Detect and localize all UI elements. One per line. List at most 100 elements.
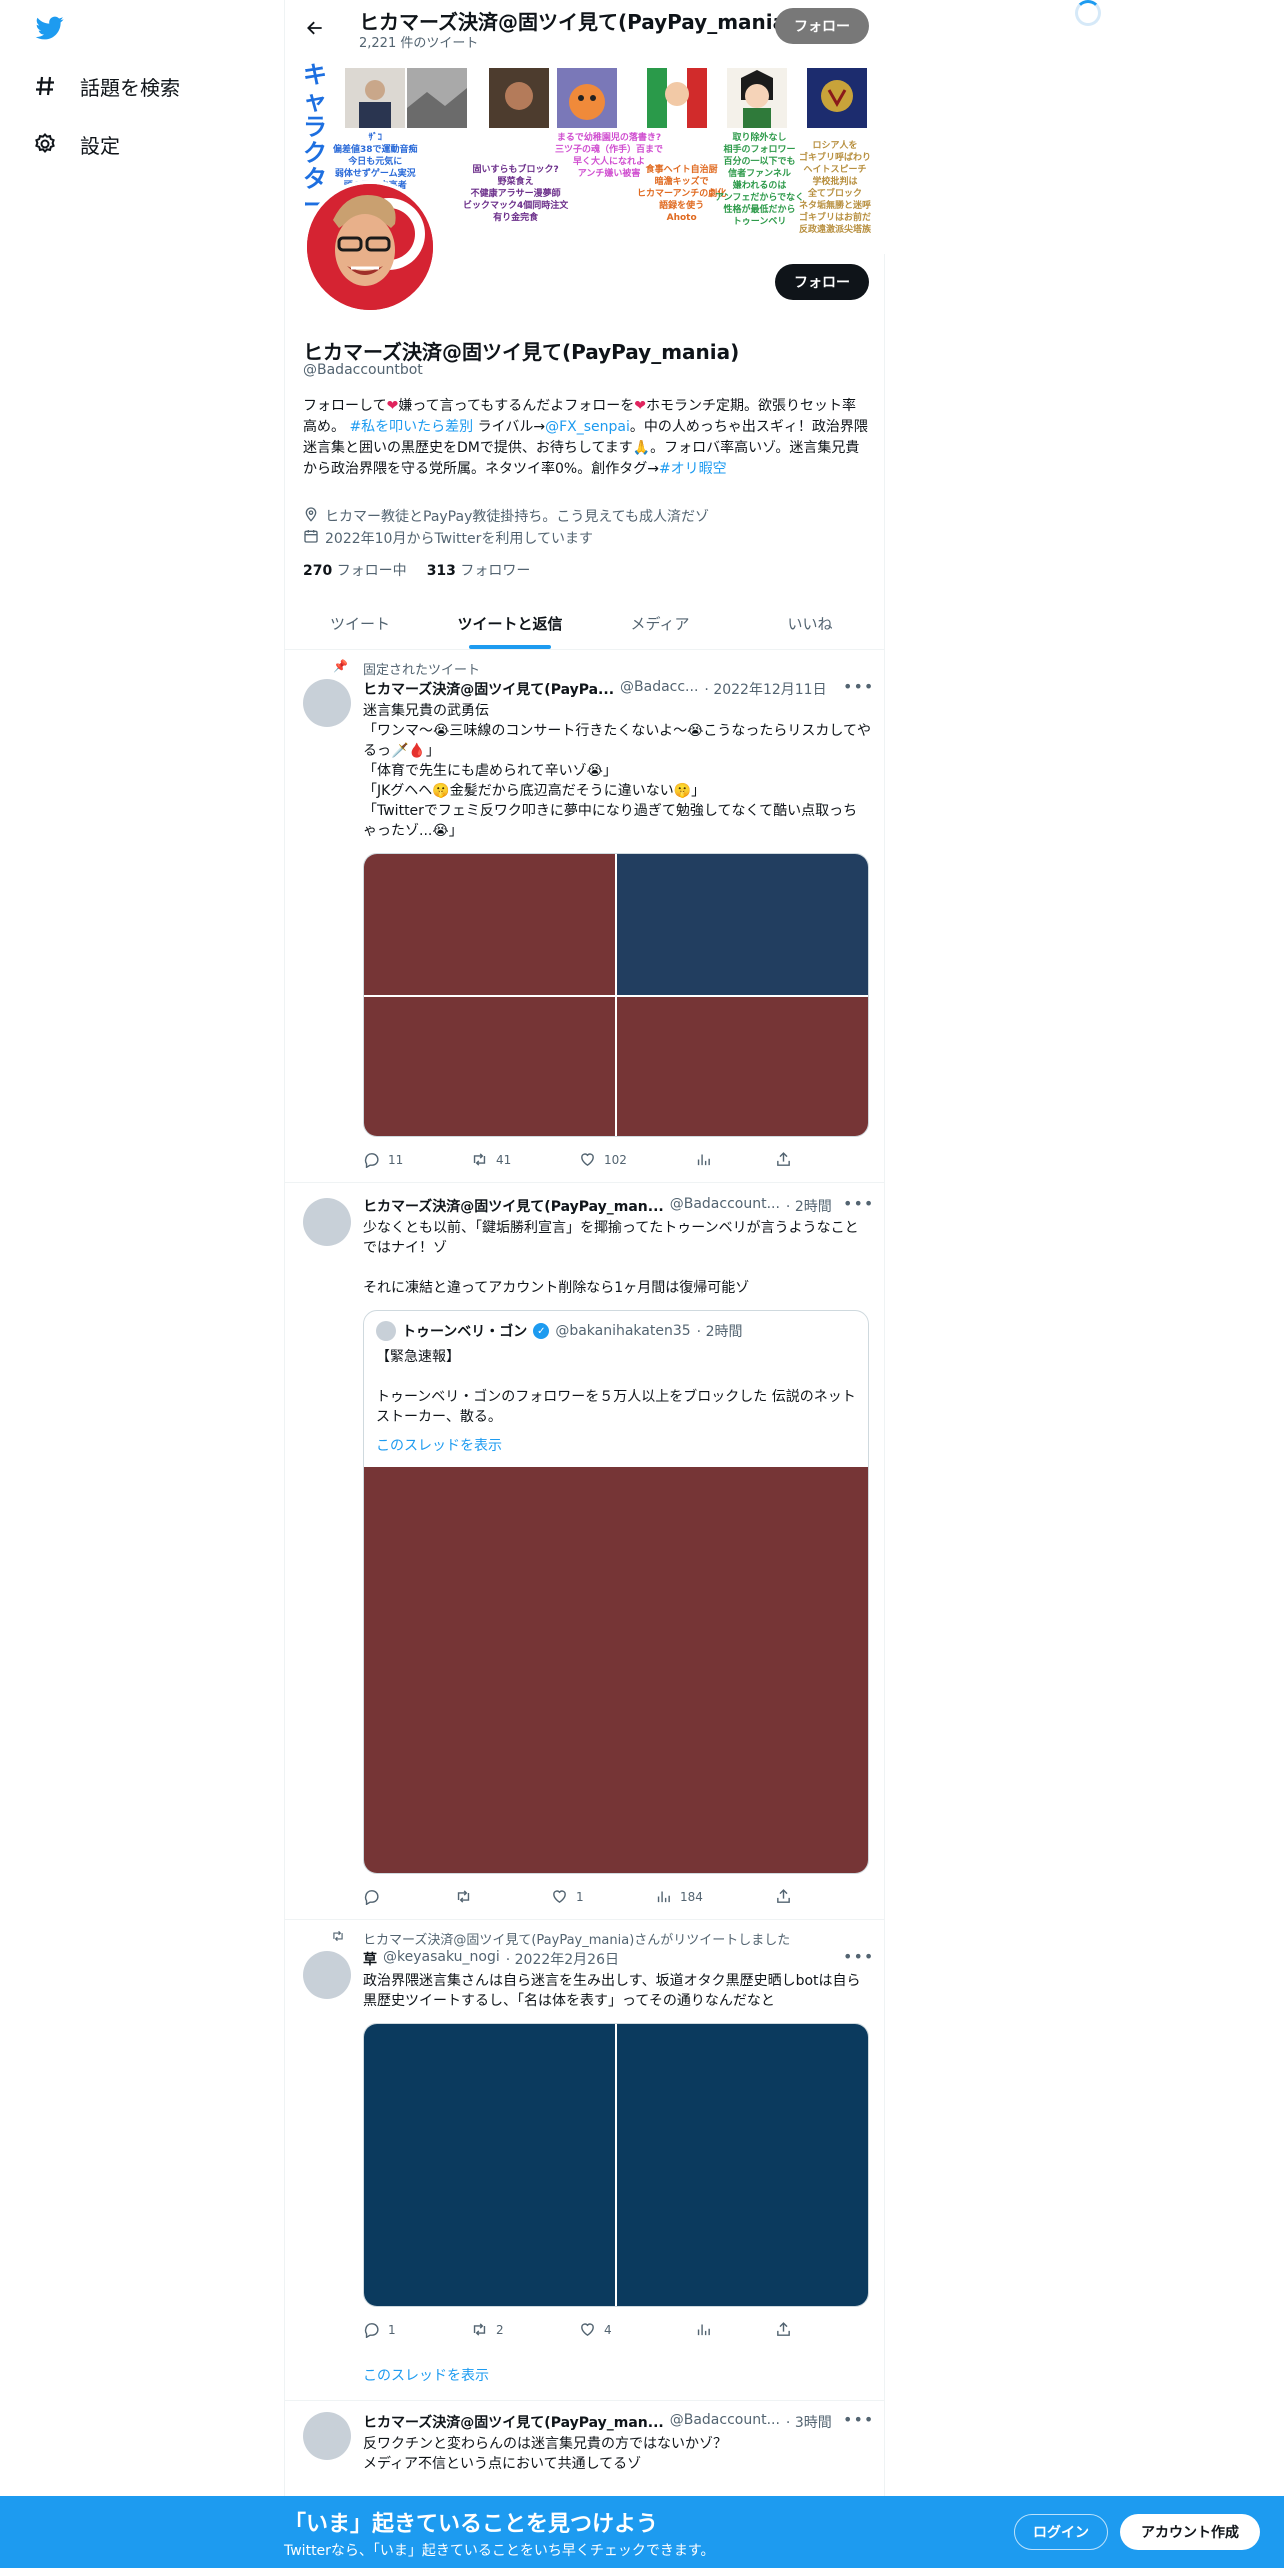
tweet-text: 少なくとも以前、「鍵垢勝利宣言」を揶揄ってたトゥーンベリが言うようなことではナイ… — [363, 1220, 859, 1296]
tweet-text: 迷言集兄貴の武勇伝 「ワンマ〜😭三味線のコンサート行きたくないよ〜😭こうなったら… — [363, 703, 872, 839]
avatar[interactable] — [303, 1198, 351, 1246]
tweet-author-handle[interactable]: @Badaccount... — [670, 1196, 780, 1216]
retweet-button[interactable]: 2 — [471, 2321, 504, 2338]
like-button[interactable]: 4 — [579, 2321, 612, 2338]
sidebar-item-explore[interactable]: 話題を検索 — [32, 66, 180, 106]
follow-button[interactable]: フォロー — [775, 264, 869, 300]
tweet-time[interactable]: · 2時間 — [786, 1196, 832, 1216]
banner-thumb — [407, 68, 467, 128]
share-button[interactable] — [775, 1888, 792, 1905]
banner-thumb — [807, 68, 867, 128]
retweet-button[interactable]: 41 — [471, 1151, 511, 1168]
tweet-media-grid — [363, 853, 869, 1137]
followers-link[interactable]: 313 フォロワー — [427, 560, 531, 580]
tab-likes[interactable]: いいね — [735, 596, 885, 650]
tab-media[interactable]: メディア — [585, 596, 735, 650]
more-options-icon[interactable]: ••• — [843, 1947, 874, 1966]
tweet-count: 2,221 件のツイート — [359, 36, 479, 51]
banner-thumb — [489, 68, 549, 128]
login-prompt-subtitle: Twitterなら、「いま」起きていることをいち早くチェックできます。 — [284, 2543, 715, 2559]
media-image[interactable] — [364, 997, 615, 1136]
gear-icon — [32, 131, 58, 157]
avatar — [376, 1321, 396, 1341]
tweet[interactable]: ヒカマーズ決済@固ツイ見て(PayPay_mania)さんがリツイートしました … — [285, 1921, 885, 2401]
avatar[interactable] — [303, 1951, 351, 1999]
banner-caption: 取り除外なし 相手のフォロワー 百分の一以下でも 信者ファンネル 嫌われるのは … — [715, 133, 805, 227]
reply-button[interactable] — [363, 1888, 388, 1905]
banner-caption: 食事ヘイト自治厨 暗澹キッズで ヒカマーアンチの劇化 語録を使う Ahoto — [637, 165, 727, 223]
sidebar-item-settings[interactable]: 設定 — [32, 124, 120, 164]
tab-tweets-replies[interactable]: ツイートと返信 — [435, 596, 585, 650]
media-image[interactable] — [617, 997, 868, 1136]
tweet-time[interactable]: · 2022年2月26日 — [506, 1949, 619, 1969]
banner-vertical-text: キャラクター — [303, 61, 327, 219]
following-link[interactable]: 270 フォロー中 — [303, 560, 407, 580]
retweet-button[interactable] — [455, 1888, 480, 1905]
share-button[interactable] — [775, 2321, 792, 2338]
media-image[interactable] — [364, 854, 615, 995]
signup-button[interactable]: アカウント作成 — [1120, 2514, 1260, 2550]
tweet-author-handle[interactable]: @Badaccount... — [670, 2412, 780, 2432]
tweet-author-handle[interactable]: @Badacc... — [620, 679, 698, 699]
show-thread-link[interactable]: このスレッドを表示 — [376, 1435, 502, 1455]
more-options-icon[interactable]: ••• — [843, 677, 874, 696]
tweet-header: ヒカマーズ決済@固ツイ見て(PayPay_man... @Badaccount.… — [363, 2412, 832, 2432]
avatar[interactable] — [303, 679, 351, 727]
tweet-author-name[interactable]: 草 — [363, 1949, 377, 1969]
tweet[interactable]: ヒカマーズ決済@固ツイ見て(PayPay_man... @Badaccount.… — [285, 1184, 885, 1920]
views-button[interactable]: 184 — [655, 1888, 703, 1905]
tweet-media-grid — [363, 2023, 869, 2307]
views-button[interactable] — [695, 2321, 720, 2338]
tab-tweets[interactable]: ツイート — [285, 596, 435, 650]
avatar[interactable] — [303, 2412, 351, 2460]
tweet-time[interactable]: · 2022年12月11日 — [704, 679, 826, 699]
tweet-author-name[interactable]: ヒカマーズ決済@固ツイ見て(PayPa... — [363, 679, 614, 699]
pin-icon: 📌 — [333, 659, 348, 673]
heart-icon: ❤ — [386, 398, 399, 414]
profile-bio: フォローして❤嫌って言ってもするんだよフォローを❤ホモランチ定期。欲張りセット率… — [303, 396, 869, 480]
heart-icon: ❤ — [634, 398, 646, 414]
quote-tweet[interactable]: トゥーンベリ・ゴン ✓ @bakanihakaten35 · 2時間 【緊急速報… — [363, 1310, 869, 1874]
share-icon — [777, 1152, 790, 1166]
main-column: ヒカマーズ決済@固ツイ見て(PayPay_mania) 2,221 件のツイート… — [284, 0, 885, 2568]
media-image[interactable] — [364, 2024, 615, 2306]
like-button[interactable]: 102 — [579, 1151, 627, 1168]
share-button[interactable] — [775, 1151, 792, 1168]
twitter-logo-icon[interactable] — [34, 14, 66, 42]
back-arrow-icon[interactable] — [299, 12, 331, 44]
more-options-icon[interactable]: ••• — [843, 2410, 874, 2429]
tweet-author-name[interactable]: ヒカマーズ決済@固ツイ見て(PayPay_man... — [363, 2412, 664, 2432]
login-prompt-title: 「いま」起きていることを見つけよう — [284, 2512, 659, 2537]
show-thread-link[interactable]: このスレッドを表示 — [363, 2365, 489, 2385]
banner-thumb — [727, 68, 787, 128]
tweet-actions: 11 41 102 — [363, 1151, 803, 1171]
retweet-icon — [473, 2323, 486, 2336]
like-button[interactable]: 1 — [551, 1888, 584, 1905]
tweet-time[interactable]: · 3時間 — [786, 2412, 832, 2432]
profile-avatar[interactable] — [303, 180, 437, 314]
follow-button-header[interactable]: フォロー — [775, 8, 869, 44]
tweet-author-name[interactable]: ヒカマーズ決済@固ツイ見て(PayPay_man... — [363, 1196, 664, 1216]
tweet-text: 政治界隈迷言集さんは自ら迷言を生み出しす、坂道オタク黒歴史晒しbotは自ら黒歴史… — [363, 1973, 861, 2009]
bio-mention-link[interactable]: @FX_senpai — [545, 419, 630, 435]
views-bar-icon — [697, 1154, 710, 1166]
tab-indicator — [469, 645, 551, 649]
bio-hashtag-link[interactable]: #オリ暇空 — [659, 461, 727, 477]
retweeted-by-label[interactable]: ヒカマーズ決済@固ツイ見て(PayPay_mania)さんがリツイートしました — [363, 1929, 790, 1948]
bio-hashtag-link[interactable]: #私を叩いたら差別 — [349, 419, 473, 435]
login-button[interactable]: ログイン — [1014, 2514, 1108, 2550]
tweet-author-handle[interactable]: @keyasaku_nogi — [383, 1949, 500, 1969]
verified-badge-icon: ✓ — [533, 1323, 550, 1339]
share-icon — [777, 1889, 790, 1903]
reply-button[interactable]: 1 — [363, 2321, 396, 2338]
tweet-header: 草 @keyasaku_nogi · 2022年2月26日 — [363, 1949, 619, 1969]
more-options-icon[interactable]: ••• — [843, 1194, 874, 1213]
quote-media-image[interactable] — [364, 1467, 868, 1873]
views-button[interactable] — [695, 1151, 720, 1168]
profile-location: ヒカマー教徒とPayPay教徒掛持ち。こう見えても成人済だゾ — [303, 506, 709, 526]
reply-button[interactable]: 11 — [363, 1151, 403, 1168]
hashtag-icon — [32, 73, 58, 99]
media-image[interactable] — [617, 854, 868, 995]
tweet[interactable]: 📌 固定されたツイート ヒカマーズ決済@固ツイ見て(PayPa... @Bada… — [285, 651, 885, 1183]
media-image[interactable] — [617, 2024, 868, 2306]
